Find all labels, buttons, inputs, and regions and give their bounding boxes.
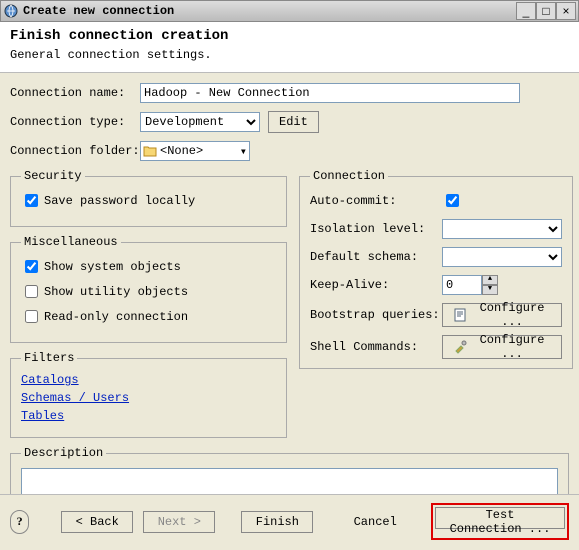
- page-title: Finish connection creation: [10, 28, 569, 44]
- cancel-button[interactable]: Cancel: [339, 511, 411, 533]
- isolation-select[interactable]: [442, 219, 562, 239]
- close-button[interactable]: ×: [556, 2, 576, 20]
- keep-alive-spinner[interactable]: ▲ ▼: [442, 275, 502, 295]
- window-title: Create new connection: [23, 4, 516, 18]
- isolation-label: Isolation level:: [310, 222, 442, 236]
- tools-icon: [453, 340, 467, 354]
- default-schema-select[interactable]: [442, 247, 562, 267]
- show-system-label: Show system objects: [44, 260, 181, 274]
- chevron-down-icon: ▾: [240, 144, 247, 159]
- connection-folder-label: Connection folder:: [10, 144, 140, 158]
- minimize-button[interactable]: _: [516, 2, 536, 20]
- wizard-header: Finish connection creation General conne…: [0, 22, 579, 73]
- security-legend: Security: [21, 169, 85, 183]
- finish-button[interactable]: Finish: [241, 511, 313, 533]
- default-schema-label: Default schema:: [310, 250, 442, 264]
- show-utility-checkbox[interactable]: [25, 285, 38, 298]
- folder-icon: [143, 145, 157, 157]
- maximize-button[interactable]: □: [536, 2, 556, 20]
- help-button[interactable]: ?: [10, 510, 29, 534]
- shell-configure-button[interactable]: Configure ...: [442, 335, 562, 359]
- wizard-footer: ? < Back Next > Finish Cancel Test Conne…: [0, 494, 579, 550]
- script-icon: [453, 308, 467, 322]
- show-system-checkbox[interactable]: [25, 260, 38, 273]
- connection-name-input[interactable]: [140, 83, 520, 103]
- readonly-label: Read-only connection: [44, 310, 188, 324]
- back-button[interactable]: < Back: [61, 511, 133, 533]
- page-subtitle: General connection settings.: [10, 48, 569, 62]
- keep-alive-input[interactable]: [442, 275, 482, 295]
- spin-up-icon[interactable]: ▲: [482, 275, 498, 285]
- auto-commit-label: Auto-commit:: [310, 194, 442, 208]
- connection-folder-select[interactable]: <None> ▾: [140, 141, 250, 161]
- misc-group: Miscellaneous Show system objects Show u…: [10, 235, 287, 343]
- test-connection-highlight: Test Connection ...: [431, 503, 569, 540]
- bootstrap-label: Bootstrap queries:: [310, 308, 442, 322]
- bootstrap-configure-button[interactable]: Configure ...: [442, 303, 562, 327]
- save-password-checkbox[interactable]: [25, 194, 38, 207]
- misc-legend: Miscellaneous: [21, 235, 121, 249]
- titlebar: Create new connection _ □ ×: [0, 0, 579, 22]
- security-group: Security Save password locally: [10, 169, 287, 227]
- next-button: Next >: [143, 511, 215, 533]
- show-utility-label: Show utility objects: [44, 285, 188, 299]
- connection-type-label: Connection type:: [10, 115, 140, 129]
- catalogs-link[interactable]: Catalogs: [21, 373, 276, 387]
- description-legend: Description: [21, 446, 106, 460]
- filters-group: Filters Catalogs Schemas / Users Tables: [10, 351, 287, 438]
- test-connection-button[interactable]: Test Connection ...: [435, 507, 565, 529]
- shell-label: Shell Commands:: [310, 340, 442, 354]
- folder-value: <None>: [157, 144, 240, 158]
- app-icon: [3, 3, 19, 19]
- auto-commit-checkbox[interactable]: [446, 194, 459, 207]
- spin-down-icon[interactable]: ▼: [482, 285, 498, 295]
- connection-type-select[interactable]: Development: [140, 112, 260, 132]
- schemas-link[interactable]: Schemas / Users: [21, 391, 276, 405]
- readonly-checkbox[interactable]: [25, 310, 38, 323]
- connection-legend: Connection: [310, 169, 388, 183]
- connection-name-label: Connection name:: [10, 86, 140, 100]
- edit-button[interactable]: Edit: [268, 111, 319, 133]
- filters-legend: Filters: [21, 351, 77, 365]
- tables-link[interactable]: Tables: [21, 409, 276, 423]
- save-password-label: Save password locally: [44, 194, 195, 208]
- connection-group: Connection Auto-commit: Isolation level:…: [299, 169, 573, 369]
- keep-alive-label: Keep-Alive:: [310, 278, 442, 292]
